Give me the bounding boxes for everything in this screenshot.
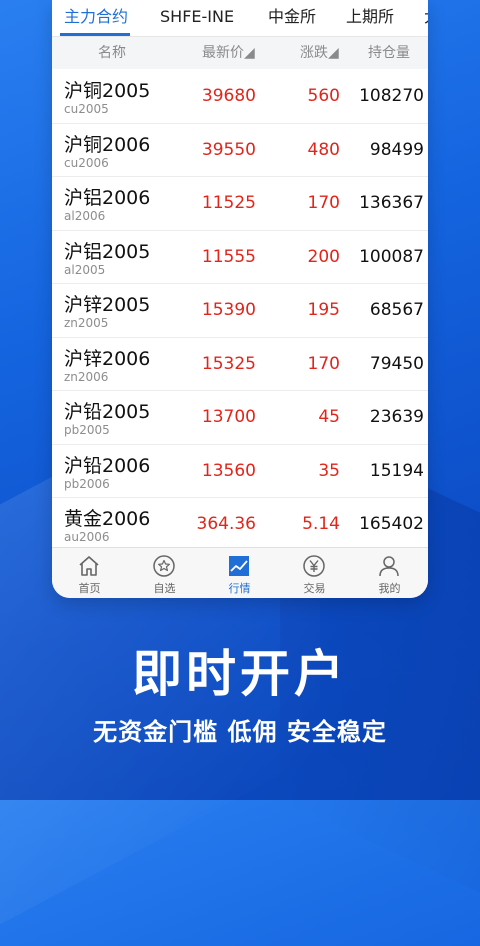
table-header: 名称 最新价◢ 涨跌◢ 持仓量◀▶: [52, 37, 428, 93]
price-change: 200: [307, 246, 340, 267]
phone-screen: 主力合约 SHFE-INE 中金所 上期所 大 名称 最新价◢ 涨跌◢ 持仓量◀…: [52, 0, 428, 598]
latest-price: 15325: [201, 353, 256, 374]
price-change: 480: [307, 139, 340, 160]
contract-name: 沪锌2005: [64, 294, 151, 316]
latest-price: 13700: [201, 407, 256, 427]
latest-price: 364.36: [196, 514, 256, 534]
latest-price: 39550: [201, 139, 256, 160]
yen-icon: [303, 555, 325, 577]
contract-name: 沪铅2006: [64, 454, 151, 477]
table-row[interactable]: 沪铅2006 pb2006 13560 35 15194: [52, 444, 428, 498]
contract-code: al2006: [64, 209, 106, 223]
open-interest: 100087: [359, 246, 424, 267]
contract-code: cu2005: [64, 102, 109, 116]
open-interest: 108270: [359, 86, 424, 106]
open-interest: 68567: [369, 300, 424, 320]
contract-code: cu2006: [64, 155, 109, 170]
price-change: 170: [307, 193, 340, 213]
contract-name: 沪铜2005: [64, 80, 151, 102]
nav-item-watchlist[interactable]: 自选: [127, 548, 202, 598]
contract-code: al2005: [64, 262, 106, 277]
table-row[interactable]: 沪锌2005 zn2005 15390 195 68567: [52, 284, 428, 338]
column-header-name: 名称: [98, 45, 126, 61]
table-row[interactable]: 沪铅2005 pb2005 13700 45 23639: [52, 391, 428, 445]
contract-code: zn2005: [64, 316, 109, 330]
nav-label: 自选: [153, 582, 176, 595]
price-change: 195: [307, 300, 340, 320]
nav-label: 我的: [378, 582, 401, 595]
table-row[interactable]: 沪铝2006 al2006 11525 170 136367: [52, 177, 428, 231]
tab-shfe-ine[interactable]: SHFE-INE: [160, 0, 234, 36]
contract-code: au2006: [64, 530, 110, 544]
contract-code: zn2006: [64, 369, 109, 384]
latest-price: 15390: [201, 300, 256, 320]
contract-name: 沪铅2005: [64, 401, 151, 423]
nav-label: 首页: [78, 582, 101, 595]
nav-item-trade[interactable]: 交易: [277, 548, 352, 598]
latest-price: 39680: [201, 86, 256, 106]
table-row[interactable]: 沪锌2006 zn2006 15325 170 79450: [52, 337, 428, 391]
latest-price: 13560: [201, 460, 256, 481]
tab-cffex[interactable]: 中金所: [268, 0, 316, 36]
chart-icon: [229, 556, 249, 576]
tab-main-contracts[interactable]: 主力合约: [64, 0, 128, 36]
price-change: 5.14: [302, 514, 340, 534]
nav-item-market[interactable]: 行情: [202, 548, 277, 598]
open-interest: 15194: [369, 460, 424, 481]
user-icon: [379, 556, 399, 577]
tab-shfe[interactable]: 上期所: [346, 0, 394, 36]
contract-name: 沪铝2005: [64, 240, 151, 263]
column-header-change[interactable]: 涨跌◢: [300, 37, 339, 69]
nav-item-home[interactable]: 首页: [52, 548, 127, 598]
contract-name: 沪锌2006: [64, 347, 151, 370]
contract-code: pb2005: [64, 423, 110, 437]
open-interest: 98499: [369, 139, 424, 160]
contract-name: 沪铜2006: [64, 133, 151, 156]
bottom-nav-bar: 首页 自选 行情 交易 我的: [52, 547, 428, 598]
nav-label: 行情: [228, 582, 251, 595]
latest-price: 11525: [201, 193, 256, 213]
nav-item-profile[interactable]: 我的: [352, 548, 427, 598]
column-header-price[interactable]: 最新价◢: [202, 37, 255, 69]
price-change: 45: [318, 407, 340, 427]
table-row[interactable]: 沪铜2006 cu2006 39550 480 98499: [52, 123, 428, 177]
promo-headline: 即时开户: [132, 645, 348, 703]
open-interest: 23639: [369, 407, 424, 427]
star-icon: [153, 555, 175, 577]
contract-name: 沪铝2006: [64, 187, 151, 209]
exchange-tabs: 主力合约 SHFE-INE 中金所 上期所 大: [52, 0, 428, 37]
home-icon: [79, 556, 99, 576]
table-row[interactable]: 黄金2006 au2006 364.36 5.14 165402: [52, 498, 428, 552]
tab-dce[interactable]: 大: [424, 0, 428, 36]
table-row[interactable]: 沪铝2005 al2005 11555 200 100087: [52, 230, 428, 284]
active-tab-indicator: [60, 33, 130, 36]
quote-list: 沪铜2005 cu2005 39680 560 108270 沪铜2006 cu…: [52, 70, 428, 552]
promo-subline: 无资金门槛 低佣 安全稳定: [93, 718, 387, 746]
price-change: 560: [307, 86, 340, 106]
open-interest: 136367: [359, 193, 424, 213]
contract-name: 黄金2006: [64, 508, 151, 530]
table-row[interactable]: 沪铜2005 cu2005 39680 560 108270: [52, 70, 428, 124]
contract-code: pb2006: [64, 476, 110, 491]
latest-price: 11555: [201, 246, 256, 267]
price-change: 35: [318, 460, 340, 481]
open-interest: 165402: [359, 514, 424, 534]
nav-label: 交易: [303, 582, 326, 595]
price-change: 170: [307, 353, 340, 374]
open-interest: 79450: [369, 353, 424, 374]
